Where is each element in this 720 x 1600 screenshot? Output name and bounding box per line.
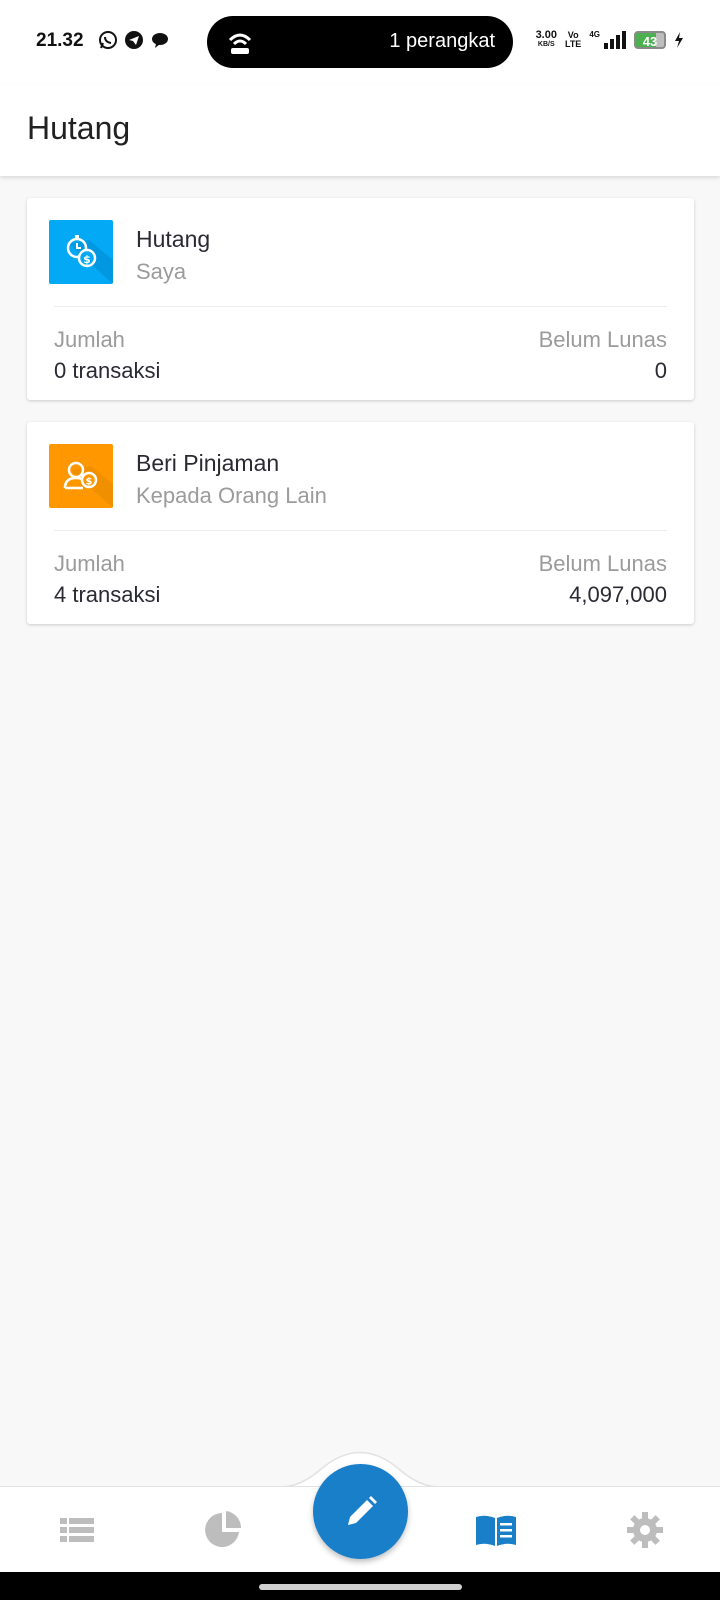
chat-bubble-icon — [150, 30, 170, 50]
telegram-icon — [124, 30, 144, 50]
status-right: 3.00 KB/S Vo LTE 4G 43 — [536, 30, 684, 50]
card-subtitle: Saya — [136, 259, 187, 284]
add-transaction-button[interactable] — [313, 1464, 408, 1559]
debt-card-hutang[interactable]: $ Hutang Saya Jumlah Belum Lunas 0 trans… — [27, 198, 694, 400]
count-label: Jumlah — [54, 551, 125, 576]
person-dollar-icon: $ — [49, 444, 113, 508]
book-icon[interactable] — [474, 1508, 518, 1552]
card-title: Beri Pinjaman — [136, 450, 280, 476]
count-label: Jumlah — [54, 327, 125, 352]
pencil-icon — [348, 1496, 377, 1525]
signal-icon — [604, 31, 626, 49]
gear-icon[interactable] — [623, 1508, 667, 1552]
whatsapp-icon — [98, 30, 118, 50]
hotspot-pill[interactable]: 1 perangkat — [207, 16, 513, 68]
hotspot-text: 1 perangkat — [389, 30, 495, 52]
battery-icon: 43 — [634, 31, 666, 49]
unpaid-label: Belum Lunas — [538, 551, 667, 576]
pie-chart-icon[interactable] — [202, 1508, 246, 1552]
volte-indicator: Vo LTE — [564, 30, 582, 49]
net-speed: 3.00 KB/S — [535, 29, 557, 49]
svg-text:$: $ — [86, 477, 93, 488]
unpaid-value: 0 — [654, 358, 667, 383]
unpaid-label: Belum Lunas — [538, 327, 667, 352]
list-icon[interactable] — [55, 1508, 99, 1552]
status-bar: 21.32 1 perangkat 3.00 KB/S Vo LTE 4G 43 — [0, 0, 720, 84]
count-value: 4 transaksi — [54, 582, 161, 607]
unpaid-value: 4,097,000 — [569, 582, 667, 607]
page-title: Hutang — [27, 110, 131, 146]
charging-icon — [675, 32, 683, 48]
app-bar: Hutang — [0, 84, 720, 176]
card-title: Hutang — [136, 226, 211, 252]
svg-text:$: $ — [83, 253, 91, 266]
status-time: 21.32 — [36, 30, 84, 51]
divider — [54, 306, 667, 307]
divider — [54, 530, 667, 531]
count-value: 0 transaksi — [54, 358, 161, 383]
debt-card-pinjaman[interactable]: $ Beri Pinjaman Kepada Orang Lain Jumlah… — [27, 422, 694, 624]
stopwatch-dollar-icon: $ — [49, 220, 113, 284]
card-subtitle: Kepada Orang Lain — [136, 483, 327, 508]
home-gesture-bar[interactable] — [259, 1584, 462, 1590]
hotspot-icon — [228, 33, 252, 54]
network-type: 4G — [589, 29, 600, 39]
notification-icons — [98, 30, 170, 50]
